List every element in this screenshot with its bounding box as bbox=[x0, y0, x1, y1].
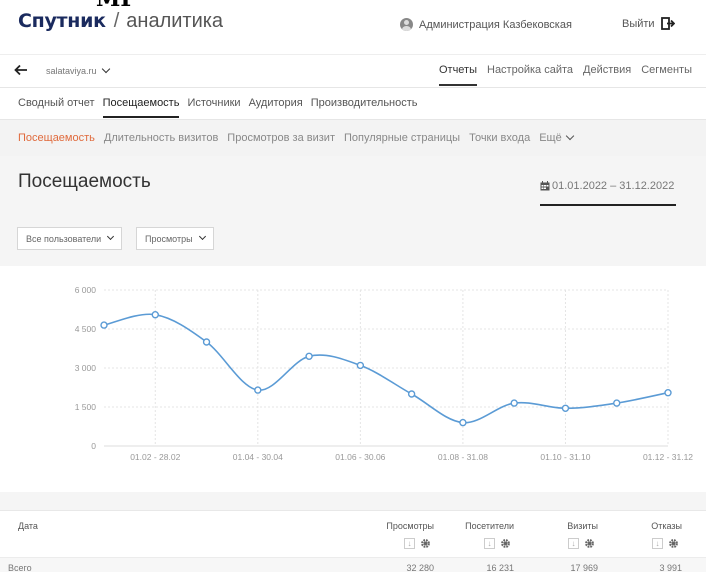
calendar-icon bbox=[540, 181, 550, 191]
subtab-more[interactable]: Ещё bbox=[539, 132, 562, 144]
tab-segments[interactable]: Сегменты bbox=[641, 64, 692, 86]
data-point bbox=[254, 386, 262, 394]
gear-icon[interactable] bbox=[668, 538, 679, 549]
sort-down-icon[interactable]: ↓ bbox=[484, 538, 495, 549]
column-header-views[interactable]: Просмотры bbox=[376, 521, 434, 531]
visitors-column-controls: ↓ bbox=[484, 538, 511, 549]
data-point bbox=[356, 361, 365, 370]
date-range-picker[interactable]: 01.01.2022 – 31.12.2022 bbox=[540, 180, 676, 206]
logout-icon bbox=[660, 17, 675, 30]
cropped-page-heading: МГ bbox=[96, 0, 136, 10]
logout-label: Выйти bbox=[622, 17, 655, 30]
bounces-column-controls: ↓ bbox=[652, 538, 679, 549]
data-point bbox=[664, 388, 672, 397]
date-range-label: 01.01.2022 – 31.12.2022 bbox=[552, 180, 675, 192]
page-title: Посещаемость bbox=[18, 171, 151, 192]
traffic-line-chart: 0 1 500 3 000 4 500 6 000 01.02 - 28.02 01.04 … bbox=[75, 285, 694, 462]
data-point bbox=[202, 338, 211, 346]
data-point bbox=[407, 390, 416, 398]
column-header-visitors[interactable]: Посетители bbox=[456, 521, 514, 531]
y-tick-label: 3 000 bbox=[75, 363, 97, 373]
user-account[interactable]: Администрация Казбековская bbox=[400, 18, 572, 31]
total-bounces: 3 991 bbox=[659, 563, 682, 572]
data-point bbox=[561, 404, 570, 413]
x-tick-label: 01.12 - 31.12 bbox=[643, 452, 693, 462]
total-views: 32 280 bbox=[406, 563, 434, 572]
chevron-down-icon bbox=[198, 232, 206, 241]
y-tick-label: 1 500 bbox=[75, 402, 97, 412]
logout-button[interactable]: Выйти bbox=[622, 17, 675, 30]
data-point bbox=[459, 418, 467, 427]
tab-traffic[interactable]: Посещаемость bbox=[102, 97, 180, 118]
sort-down-icon[interactable]: ↓ bbox=[568, 538, 579, 549]
metric-filter-dropdown[interactable]: Просмотры bbox=[136, 227, 214, 250]
tab-summary-report[interactable]: Сводный отчет bbox=[18, 97, 95, 118]
tab-actions[interactable]: Действия bbox=[583, 64, 631, 86]
total-label: Всего bbox=[8, 563, 32, 572]
back-arrow-icon[interactable] bbox=[14, 64, 28, 76]
stats-table: Дата Просмотры ↓ Посетители ↓ Визиты ↓ О… bbox=[0, 510, 706, 572]
data-point bbox=[305, 352, 313, 361]
site-selector[interactable]: salataviya.ru bbox=[46, 64, 110, 76]
subtab-visit-duration[interactable]: Длительность визитов bbox=[104, 132, 218, 144]
subtab-views-per-visit[interactable]: Просмотров за визит bbox=[227, 132, 335, 144]
column-header-visits[interactable]: Визиты bbox=[540, 521, 598, 531]
column-header-date[interactable]: Дата bbox=[18, 521, 38, 531]
subtab-popular-pages[interactable]: Популярные страницы bbox=[344, 132, 460, 144]
total-visitors: 16 231 bbox=[486, 563, 514, 572]
x-tick-label: 01.04 - 30.04 bbox=[233, 452, 283, 462]
chevron-down-icon bbox=[107, 232, 115, 241]
views-column-controls: ↓ bbox=[404, 538, 431, 549]
tab-site-settings[interactable]: Настройка сайта bbox=[487, 64, 573, 86]
main-tabs: Отчеты Настройка сайта Действия Сегменты bbox=[429, 64, 692, 86]
sub-tabs: Посещаемость Длительность визитов Просмо… bbox=[18, 131, 582, 144]
top-header: МГ Спутник / аналитика Администрация Каз… bbox=[0, 0, 706, 54]
gear-icon[interactable] bbox=[500, 538, 511, 549]
visits-column-controls: ↓ bbox=[568, 538, 595, 549]
subtab-traffic[interactable]: Посещаемость bbox=[18, 132, 95, 144]
site-bar: salataviya.ru Отчеты Настройка сайта Дей… bbox=[0, 54, 706, 88]
section-gap bbox=[0, 492, 706, 510]
chevron-down-icon bbox=[101, 64, 110, 74]
tab-audience[interactable]: Аудитория bbox=[249, 97, 303, 118]
sub-tabs-bar: Посещаемость Длительность визитов Просмо… bbox=[0, 120, 706, 156]
gear-icon[interactable] bbox=[584, 538, 595, 549]
data-point bbox=[613, 399, 621, 407]
sort-down-icon[interactable]: ↓ bbox=[652, 538, 663, 549]
report-header: Посещаемость 01.01.2022 – 31.12.2022 Все… bbox=[0, 156, 706, 266]
subtab-entry-points[interactable]: Точки входа bbox=[469, 132, 530, 144]
y-tick-label: 6 000 bbox=[75, 285, 97, 295]
table-row-total: Всего 32 280 16 231 17 969 3 991 bbox=[0, 557, 706, 572]
report-tabs-bar: Сводный отчет Посещаемость Источники Ауд… bbox=[0, 88, 706, 120]
logo-brand: Спутник bbox=[18, 10, 106, 32]
column-header-bounces[interactable]: Отказы bbox=[624, 521, 682, 531]
total-visits: 17 969 bbox=[570, 563, 598, 572]
user-name: Администрация Казбековская bbox=[419, 18, 572, 31]
users-filter-dropdown[interactable]: Все пользователи bbox=[17, 227, 123, 250]
data-point bbox=[151, 311, 159, 319]
traffic-chart: 0 1 500 3 000 4 500 6 000 01.02 - 28.02 01.04 … bbox=[0, 266, 706, 492]
site-name: salataviya.ru bbox=[46, 66, 97, 76]
x-tick-label: 01.06 - 30.06 bbox=[335, 452, 385, 462]
logo-section: аналитика bbox=[126, 10, 224, 32]
x-tick-label: 01.08 - 31.08 bbox=[438, 452, 488, 462]
report-tabs: Сводный отчет Посещаемость Источники Ауд… bbox=[18, 97, 426, 118]
y-tick-label: 0 bbox=[91, 441, 96, 451]
users-filter-label: Все пользователи bbox=[26, 233, 102, 244]
x-tick-label: 01.10 - 31.10 bbox=[540, 452, 590, 462]
y-tick-label: 4 500 bbox=[75, 324, 97, 334]
chevron-down-icon[interactable] bbox=[565, 131, 574, 141]
tab-reports[interactable]: Отчеты bbox=[438, 64, 477, 86]
tab-sources[interactable]: Источники bbox=[187, 97, 240, 118]
logo-separator: / bbox=[113, 10, 120, 32]
sort-down-icon[interactable]: ↓ bbox=[404, 538, 415, 549]
user-avatar-icon bbox=[400, 18, 413, 31]
metric-filter-label: Просмотры bbox=[145, 233, 193, 244]
tab-performance[interactable]: Производительность bbox=[311, 97, 418, 118]
data-point bbox=[510, 399, 518, 407]
gear-icon[interactable] bbox=[420, 538, 431, 549]
logo[interactable]: Спутник / аналитика bbox=[18, 10, 223, 33]
x-tick-label: 01.02 - 28.02 bbox=[130, 452, 180, 462]
data-point bbox=[100, 321, 108, 329]
